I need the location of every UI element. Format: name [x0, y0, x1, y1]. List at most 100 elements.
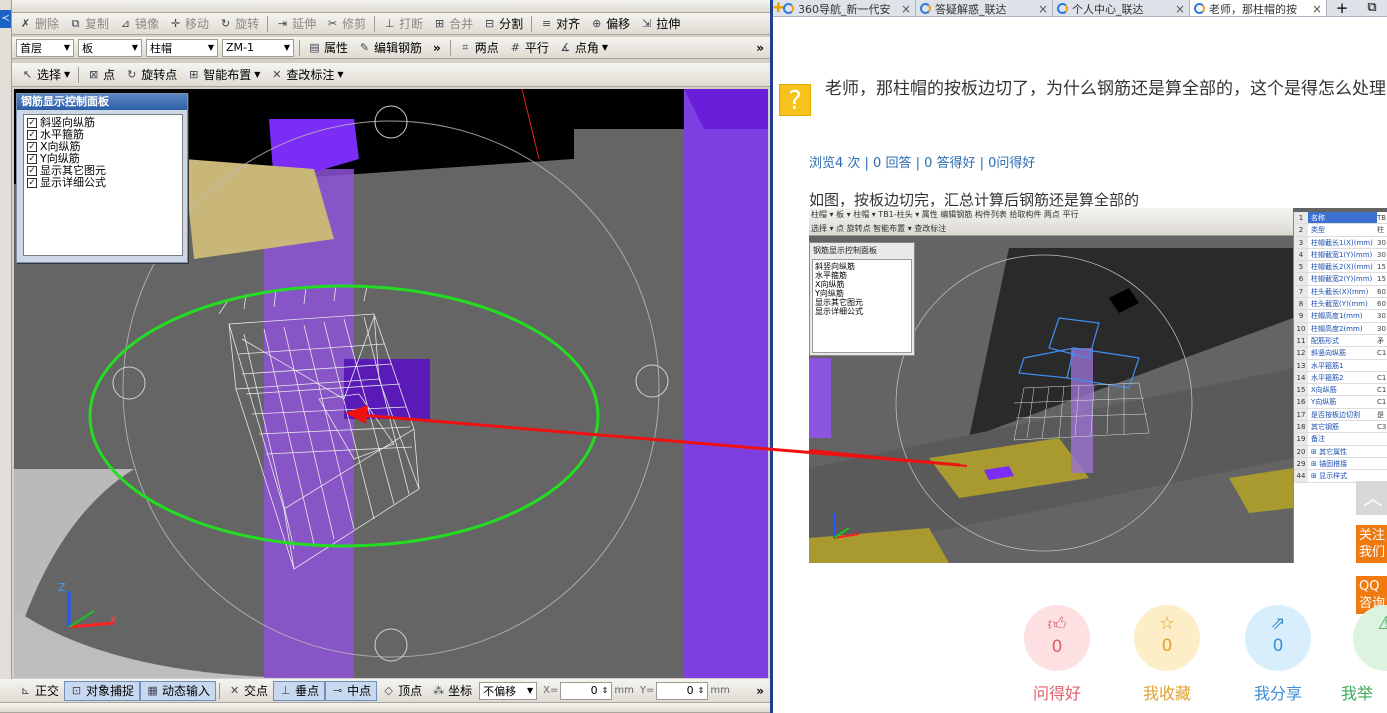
panel-body: ✓ 斜竖向纵筋 ✓ 水平箍筋 ✓ X向纵筋 ✓ Y向纵筋 ✓ 显示其它图元 ✓ 显示详细公式	[23, 114, 183, 256]
screenshot-table-row: 4 柱帽截宽1(Y)(mm) 30	[1294, 248, 1387, 262]
status-more[interactable]: »	[750, 684, 770, 698]
report-button[interactable]: ⚠	[1353, 605, 1387, 671]
browser-window: ✚ 360导航_新一代安 × 答疑解惑_联达 × 个人中心_联达 × 老师，那柱帽的按…	[770, 0, 1387, 713]
rebar-display-panel: 钢筋显示控制面板 ✓ 斜竖向纵筋 ✓ 水平箍筋 ✓ X向纵筋 ✓ Y向纵筋 ✓ 显示其它图元 ✓ 显示…	[16, 93, 188, 263]
object-snap-toggle[interactable]: ⊡ 对象捕捉	[64, 680, 141, 701]
select-button[interactable]: ↖ 选择 ▼	[16, 65, 75, 85]
follow-us-button[interactable]: 关注我们	[1356, 525, 1387, 563]
checkbox-icon[interactable]: ✓	[27, 154, 37, 164]
y-unit: mm	[710, 685, 730, 696]
toolbar-7-button[interactable]: ⊥ 打断	[378, 14, 428, 34]
screenshot-toolbar: 柱帽 ▾ 板 ▾ 柱帽 ▾ TB1-柱头 ▾ 属性 编辑钢筋 构件列表 拾取构件…	[809, 208, 1293, 236]
collapse-tab[interactable]: ≺	[0, 10, 11, 28]
member-select[interactable]: 柱帽 ▼	[146, 38, 218, 57]
checkbox-icon[interactable]: ✓	[27, 178, 37, 188]
checkbox-icon[interactable]: ✓	[27, 142, 37, 152]
tab-360-nav[interactable]: 360导航_新一代安 ×	[779, 0, 916, 16]
properties-button[interactable]: ▤ 属性	[303, 38, 353, 58]
ortho-icon: ⊾	[20, 684, 31, 697]
menu-strip	[0, 0, 770, 13]
toolbar-more-2[interactable]: »	[750, 41, 770, 55]
two-points-button[interactable]: ⌗ 两点	[454, 38, 504, 58]
tab-list-icon[interactable]: ⧉	[1357, 0, 1387, 16]
intersection-icon: ✕	[229, 684, 240, 697]
tab-close-icon[interactable]: ×	[1312, 2, 1322, 16]
tool-icon: ✗	[20, 17, 31, 30]
toolbar-12-button[interactable]: ⇲ 拉伸	[635, 14, 685, 34]
tool-icon: ✛	[170, 17, 181, 30]
point-icon: ⊠	[89, 68, 99, 81]
intersection-snap[interactable]: ✕ 交点	[223, 681, 273, 701]
toolbar-0-button[interactable]: ✗ 删除	[14, 14, 64, 34]
x-input[interactable]: 0 ⇕	[560, 681, 613, 700]
toolbar-4-button[interactable]: ↻ 旋转	[214, 14, 264, 34]
favorite-count: 0	[1161, 636, 1173, 656]
screenshot-table-row: 6 柱帽截宽2(Y)(mm) 15	[1294, 273, 1387, 286]
tool-icon: ≡	[542, 17, 552, 30]
screenshot-table-row: 11 配筋形式矛	[1294, 334, 1387, 348]
coordinate-snap[interactable]: ⁂ 坐标	[427, 681, 477, 701]
browser-tab-icon	[1194, 3, 1205, 14]
new-tab-button[interactable]: +	[1327, 0, 1357, 16]
floor-select[interactable]: 首层 ▼	[16, 38, 74, 57]
share-button[interactable]: ⇗ 0	[1245, 605, 1311, 671]
rotate-point-button[interactable]: ↻ 旋转点	[120, 65, 182, 85]
toolbar-8-button[interactable]: ⊞ 合并	[428, 14, 478, 34]
toolbar-more[interactable]: »	[427, 41, 447, 55]
vertex-snap[interactable]: ◇ 顶点	[377, 681, 427, 701]
question-screenshot[interactable]: 柱帽 ▾ 板 ▾ 柱帽 ▾ TB1-柱头 ▾ 属性 编辑钢筋 构件列表 拾取构件…	[809, 208, 1387, 563]
ask-good-count: 0	[1051, 637, 1063, 657]
midpoint-icon: ⊸	[332, 684, 343, 697]
toolbar-5-button[interactable]: ⇥ 延伸	[271, 14, 321, 34]
tab-current-question[interactable]: 老师，那柱帽的按 ×	[1190, 0, 1327, 16]
screenshot-panel-item: 显示其它图元	[815, 298, 863, 307]
toolbar-1-button[interactable]: ⧉ 复制	[64, 14, 114, 34]
checkbox-icon[interactable]: ✓	[27, 130, 37, 140]
perpendicular-snap[interactable]: ⊥ 垂点	[273, 680, 326, 701]
tab-close-icon[interactable]: ×	[1175, 2, 1185, 16]
name-select[interactable]: ZM-1 ▼	[222, 38, 294, 57]
parallel-icon: #	[510, 41, 520, 54]
offset-select[interactable]: 不偏移 ▼	[479, 681, 538, 700]
edit-toolbar: ✗ 删除 ⧉ 复制 ⊿ 镜像 ✛ 移动 ↻ 旋转 ⇥ 延伸 ✂ 修剪 ⊥ 打断 ⊞ 合并 ⊟ 分割 ≡ 对齐 ⊕ 偏移 ⇲ 拉伸	[0, 13, 770, 35]
point-angle-button[interactable]: ∡ 点角 ▼	[554, 38, 613, 58]
parallel-button[interactable]: # 平行	[504, 38, 554, 58]
check-annotation-button[interactable]: ✕ 查改标注 ▼	[265, 65, 348, 85]
favorite-button[interactable]: ☆ 0	[1134, 605, 1200, 671]
tool-icon: ⊿	[120, 17, 131, 30]
checkbox-icon[interactable]: ✓	[27, 118, 37, 128]
point-button[interactable]: ⊠ 点	[82, 65, 120, 85]
toolbar-9-button[interactable]: ⊟ 分割	[478, 14, 528, 34]
screenshot-panel-item: 斜竖向纵筋	[815, 262, 855, 271]
ortho-toggle[interactable]: ⊾ 正交	[14, 681, 64, 701]
star-icon: ☆	[1158, 613, 1176, 634]
ask-good-label: 问得好	[1032, 684, 1081, 703]
bottom-edge	[0, 703, 770, 713]
tab-qa[interactable]: 答疑解惑_联达 ×	[916, 0, 1053, 16]
toolbar-11-button[interactable]: ⊕ 偏移	[585, 14, 635, 34]
edit-rebar-button[interactable]: ✎ 编辑钢筋	[353, 38, 427, 58]
left-dock-strip: ≺	[0, 0, 12, 713]
checkbox-icon[interactable]: ✓	[27, 166, 37, 176]
toolbar-10-button[interactable]: ≡ 对齐	[535, 14, 585, 34]
tab-personal-center[interactable]: 个人中心_联达 ×	[1053, 0, 1190, 16]
smart-layout-button[interactable]: ⊞ 智能布置 ▼	[182, 65, 265, 85]
dynamic-input-toggle[interactable]: ▦ 动态输入	[140, 680, 217, 701]
y-input[interactable]: 0 ⇕	[656, 681, 709, 700]
ask-good-button[interactable]: 👍︎ 0	[1024, 605, 1090, 671]
cursor-icon: ↖	[22, 68, 33, 81]
toolbar-6-button[interactable]: ✂ 修剪	[321, 14, 371, 34]
member-toolbar: 首层 ▼ 板 ▼ 柱帽 ▼ ZM-1 ▼ ▤ 属性 ✎ 编辑钢筋 » ⌗ 两点 # 平行 ∡ 点角…	[0, 37, 770, 59]
screenshot-toolbar-row1: 柱帽 ▾ 板 ▾ 柱帽 ▾ TB1-柱头 ▾ 属性 编辑钢筋 构件列表 拾取构件…	[811, 210, 1079, 219]
perpendicular-icon: ⊥	[280, 684, 291, 697]
totop-button[interactable]: ︿	[1356, 481, 1387, 515]
midpoint-snap[interactable]: ⊸ 中点	[325, 680, 378, 701]
toolbar-2-button[interactable]: ⊿ 镜像	[114, 14, 164, 34]
tab-close-icon[interactable]: ×	[1038, 2, 1048, 16]
toolbar-3-button[interactable]: ✛ 移动	[164, 14, 214, 34]
type-select[interactable]: 板 ▼	[78, 38, 142, 57]
browser-tab-icon	[783, 3, 794, 14]
tab-close-icon[interactable]: ×	[901, 2, 911, 16]
column-right	[684, 89, 768, 678]
panel-checkbox-item[interactable]: ✓ 显示详细公式	[27, 177, 179, 189]
